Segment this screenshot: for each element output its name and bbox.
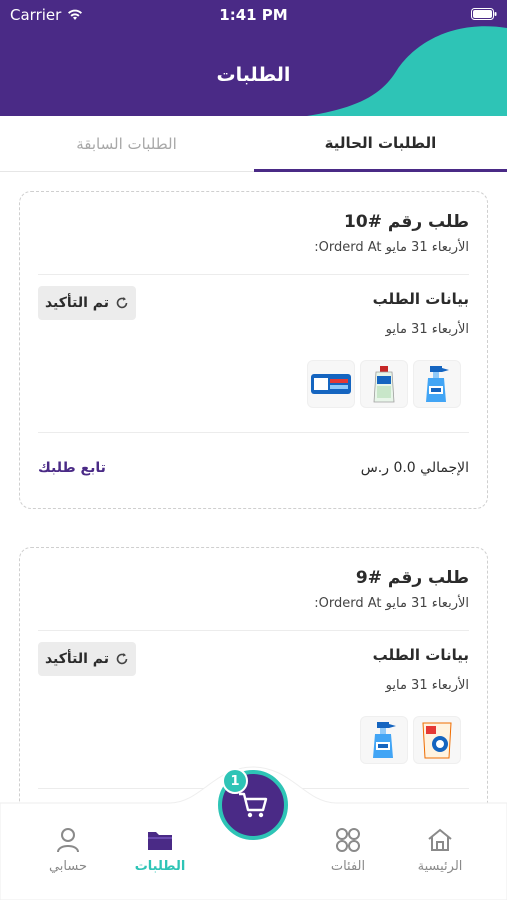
nav-categories[interactable]: الفئات	[308, 825, 388, 874]
nav-orders-label: الطلبات	[134, 859, 186, 874]
nav-account[interactable]: حسابي	[28, 825, 108, 874]
status-time: 1:41 PM	[219, 6, 288, 24]
cart-icon	[239, 792, 268, 818]
user-icon	[57, 828, 79, 853]
order-date: الأربعاء 31 مايو Orderd At:	[314, 596, 469, 611]
wipes-pack-icon	[311, 374, 351, 394]
order-details-label: بيانات الطلب	[372, 646, 469, 664]
tab-current-orders[interactable]: الطلبات الحالية	[254, 116, 507, 172]
app-header: Carrier 1:41 PM الطلبات	[0, 0, 507, 116]
status-label: تم التأكيد	[44, 651, 110, 667]
order-total: الإجمالي 0.0 ر.س	[360, 460, 469, 476]
spray-bottle-product[interactable]	[413, 360, 461, 408]
nav-account-label: حسابي	[48, 859, 88, 874]
folder-icon	[148, 832, 172, 850]
order-number: طلب رقم #10	[344, 212, 469, 232]
spray-bottle-icon	[373, 722, 396, 758]
status-badge: تم التأكيد	[38, 286, 136, 320]
nav-orders[interactable]: الطلبات	[120, 825, 200, 874]
order-details-date: الأربعاء 31 مايو	[385, 322, 469, 337]
divider	[38, 274, 469, 275]
categories-icon	[336, 828, 360, 852]
cleaner-bottle-product[interactable]	[360, 360, 408, 408]
detergent-pack-icon	[422, 722, 452, 759]
product-thumbnails	[360, 716, 461, 764]
home-icon	[428, 828, 452, 851]
order-number: طلب رقم #9	[355, 568, 469, 588]
refresh-icon	[116, 653, 128, 665]
order-details-date: الأربعاء 31 مايو	[385, 678, 469, 693]
divider	[38, 630, 469, 631]
order-card[interactable]: طلب رقم #10 الأربعاء 31 مايو Orderd At: …	[19, 191, 488, 509]
status-badge: تم التأكيد	[38, 642, 136, 676]
spray-bottle-icon	[426, 366, 449, 402]
cart-count-badge: 1	[222, 768, 248, 794]
spray-bottle-product[interactable]	[360, 716, 408, 764]
wipes-pack-product[interactable]	[307, 360, 355, 408]
cleaner-bottle-icon	[373, 366, 395, 403]
order-date: الأربعاء 31 مايو Orderd At:	[314, 240, 469, 255]
nav-home-label: الرئيسية	[417, 859, 463, 874]
nav-categories-label: الفئات	[330, 859, 366, 874]
product-thumbnails	[307, 360, 461, 408]
tab-previous-orders[interactable]: الطلبات السابقة	[0, 116, 253, 172]
divider	[38, 432, 469, 433]
refresh-icon	[116, 297, 128, 309]
nav-home[interactable]: الرئيسية	[400, 825, 480, 874]
order-details-label: بيانات الطلب	[372, 290, 469, 308]
orders-tabs: الطلبات الحالية الطلبات السابقة	[0, 116, 507, 172]
status-bar: Carrier 1:41 PM	[0, 0, 507, 30]
detergent-pack-product[interactable]	[413, 716, 461, 764]
page-title: الطلبات	[216, 64, 291, 86]
status-label: تم التأكيد	[44, 295, 110, 311]
track-order-link[interactable]: تابع طلبك	[38, 460, 106, 476]
battery-icon	[471, 8, 497, 20]
